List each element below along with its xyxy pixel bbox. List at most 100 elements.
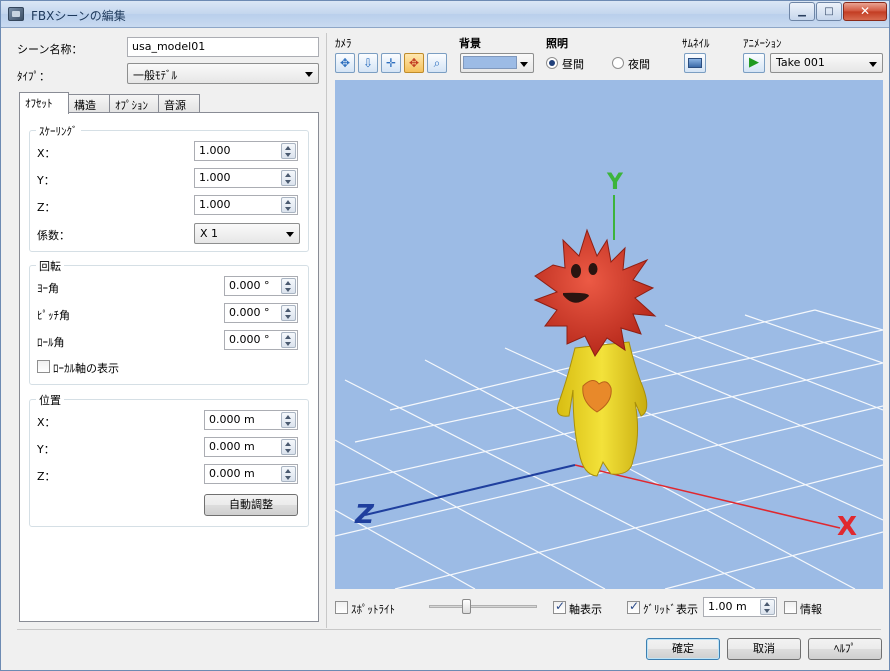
z-axis-label: Z xyxy=(355,500,374,530)
scale-z-label: Z： xyxy=(37,201,56,214)
tab-sound[interactable]: 音源 xyxy=(158,94,200,113)
axis-display-checkbox[interactable] xyxy=(553,599,566,614)
type-select[interactable]: 一般ﾓﾃﾞﾙ xyxy=(127,63,319,84)
play-icon[interactable]: ▶ xyxy=(743,53,765,73)
local-axis-label: ﾛｰｶﾙ軸の表示 xyxy=(53,362,119,375)
spotlight-label: ｽﾎﾟｯﾄﾗｲﾄ xyxy=(351,603,395,616)
pos-y-value: 0.000 m xyxy=(209,440,255,453)
scale-z-spinner[interactable]: 1.000 xyxy=(194,195,298,215)
roll-value: 0.000 ° xyxy=(229,333,270,346)
chevron-down-icon xyxy=(869,62,877,67)
chevron-down-icon xyxy=(305,72,313,77)
scale-y-value: 1.000 xyxy=(199,171,231,184)
grid-size-spinner[interactable]: 1.00 m xyxy=(703,597,777,617)
spinner-arrows-icon[interactable] xyxy=(281,439,296,455)
scale-x-label: X： xyxy=(37,147,56,160)
yaw-label: ﾖｰ角 xyxy=(37,282,59,295)
position-group: 位置 X： 0.000 m Y： 0.000 m Z： 0.000 m 自動調整 xyxy=(29,392,309,527)
spinner-arrows-icon[interactable] xyxy=(281,466,296,482)
scale-factor-select[interactable]: X 1 xyxy=(194,223,300,244)
spinner-arrows-icon[interactable] xyxy=(281,143,296,159)
rotation-group: 回転 ﾖｰ角 0.000 ° ﾋﾟｯﾁ角 0.000 ° ﾛｰﾙ角 0.000 … xyxy=(29,258,309,385)
chevron-down-icon xyxy=(286,232,294,237)
grid-size-value: 1.00 m xyxy=(708,600,747,613)
z-axis-line xyxy=(364,464,576,516)
spinner-arrows-icon[interactable] xyxy=(281,332,296,348)
animation-select[interactable]: Take 001 xyxy=(770,53,883,73)
scaling-group: ｽｹｰﾘﾝｸﾞ X： 1.000 Y： 1.000 Z： 1.000 係数： X… xyxy=(29,123,309,252)
orbit-icon[interactable]: ✥ xyxy=(404,53,424,73)
roll-spinner[interactable]: 0.000 ° xyxy=(224,330,298,350)
pan-icon[interactable]: ✛ xyxy=(381,53,401,73)
y-axis-label: Y xyxy=(607,170,623,195)
rotate-camera-icon[interactable]: ✥ xyxy=(335,53,355,73)
light-slider-thumb[interactable] xyxy=(462,599,471,614)
thumbnail-image-icon[interactable] xyxy=(684,53,706,73)
background-color-select[interactable] xyxy=(460,53,534,73)
grid-display-label: ｸﾞﾘｯﾄﾞ表示 xyxy=(643,603,698,616)
bottom-divider xyxy=(17,629,881,630)
axis-display-label: 軸表示 xyxy=(569,603,602,616)
nighttime-label: 夜間 xyxy=(628,58,650,71)
ok-button[interactable]: 確定 xyxy=(646,638,720,660)
cancel-button[interactable]: 取消 xyxy=(727,638,801,660)
daytime-label: 昼間 xyxy=(562,58,584,71)
thumbnail-label: ｻﾑﾈｲﾙ xyxy=(682,37,710,50)
title-bar[interactable]: FBXシーンの編集 ▁ □ ✕ xyxy=(1,1,889,28)
animation-select-value: Take 001 xyxy=(776,56,825,69)
pos-z-spinner[interactable]: 0.000 m xyxy=(204,464,298,484)
background-swatch xyxy=(463,56,517,69)
panel-divider xyxy=(326,33,327,628)
scale-y-label: Y： xyxy=(37,174,55,187)
position-group-title: 位置 xyxy=(36,392,64,408)
fbx-scene-edit-dialog: FBXシーンの編集 ▁ □ ✕ シーン名称： usa_model01 ﾀｲﾌﾟ：… xyxy=(0,0,890,671)
scale-factor-label: 係数： xyxy=(37,229,70,242)
spinner-arrows-icon[interactable] xyxy=(281,412,296,428)
nighttime-radio[interactable] xyxy=(612,57,624,69)
local-axis-checkbox[interactable] xyxy=(37,360,50,373)
app-icon xyxy=(8,7,24,21)
scene-name-label: シーン名称： xyxy=(17,43,83,56)
background-label: 背景 xyxy=(459,37,481,50)
pos-x-label: X： xyxy=(37,416,56,429)
tab-structure[interactable]: 構造 xyxy=(68,94,110,113)
zoom-icon[interactable]: ⌕ xyxy=(427,53,447,73)
spinner-arrows-icon[interactable] xyxy=(760,599,775,615)
spinner-arrows-icon[interactable] xyxy=(281,170,296,186)
daytime-radio[interactable] xyxy=(546,57,558,69)
close-button[interactable]: ✕ xyxy=(843,2,887,21)
3d-viewport[interactable]: Y Z X xyxy=(335,80,883,589)
pos-x-spinner[interactable]: 0.000 m xyxy=(204,410,298,430)
info-checkbox[interactable] xyxy=(784,601,797,614)
auto-adjust-button[interactable]: 自動調整 xyxy=(204,494,298,516)
scale-z-value: 1.000 xyxy=(199,198,231,211)
spotlight-checkbox[interactable] xyxy=(335,601,348,614)
pitch-spinner[interactable]: 0.000 ° xyxy=(224,303,298,323)
tab-options[interactable]: ｵﾌﾟｼｮﾝ xyxy=(109,94,159,113)
pos-y-spinner[interactable]: 0.000 m xyxy=(204,437,298,457)
scale-x-value: 1.000 xyxy=(199,144,231,157)
tab-offset[interactable]: ｵﾌｾｯﾄ xyxy=(19,92,69,114)
roll-label: ﾛｰﾙ角 xyxy=(37,336,65,349)
picture-icon xyxy=(688,58,702,68)
minimize-button[interactable]: ▁ xyxy=(789,2,815,21)
pos-y-label: Y： xyxy=(37,443,55,456)
move-down-icon[interactable]: ⇩ xyxy=(358,53,378,73)
grid-display-checkbox[interactable] xyxy=(627,599,640,614)
maximize-button[interactable]: □ xyxy=(816,2,842,21)
scene-name-input[interactable]: usa_model01 xyxy=(127,37,319,57)
scale-x-spinner[interactable]: 1.000 xyxy=(194,141,298,161)
spinner-arrows-icon[interactable] xyxy=(281,278,296,294)
lighting-label: 照明 xyxy=(546,37,568,50)
spinner-arrows-icon[interactable] xyxy=(281,197,296,213)
yaw-spinner[interactable]: 0.000 ° xyxy=(224,276,298,296)
camera-label: ｶﾒﾗ xyxy=(335,37,352,50)
scale-y-spinner[interactable]: 1.000 xyxy=(194,168,298,188)
spinner-arrows-icon[interactable] xyxy=(281,305,296,321)
pos-z-label: Z： xyxy=(37,470,56,483)
animation-label: ｱﾆﾒｰｼｮﾝ xyxy=(743,37,782,50)
scaling-group-title: ｽｹｰﾘﾝｸﾞ xyxy=(36,123,81,139)
type-select-value: 一般ﾓﾃﾞﾙ xyxy=(133,69,177,82)
light-slider-track[interactable] xyxy=(429,605,537,608)
help-button[interactable]: ﾍﾙﾌﾟ xyxy=(808,638,882,660)
